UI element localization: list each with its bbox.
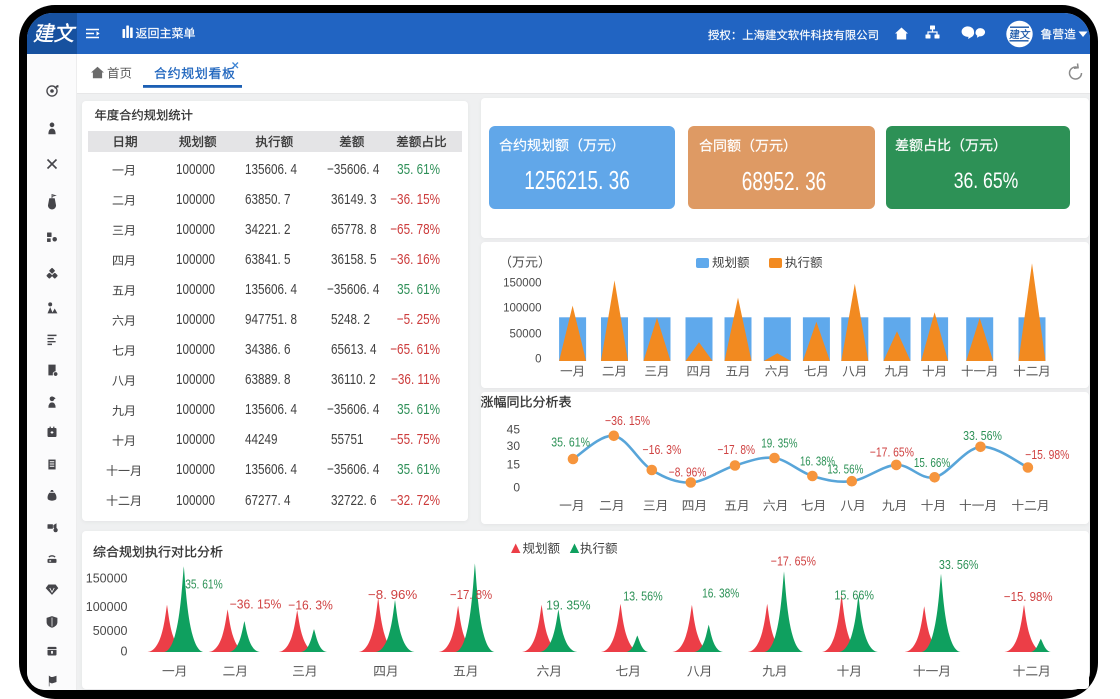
svg-text:13. 56%: 13. 56% bbox=[623, 589, 663, 604]
svg-text:−17. 65%: −17. 65% bbox=[870, 445, 914, 460]
svg-text:50000: 50000 bbox=[93, 624, 128, 638]
svg-text:−17. 8%: −17. 8% bbox=[718, 442, 756, 457]
svg-text:150000: 150000 bbox=[86, 572, 128, 586]
svg-text:19. 35%: 19. 35% bbox=[761, 436, 797, 451]
svg-text:−15. 98%: −15. 98% bbox=[1025, 447, 1069, 462]
svg-text:16. 38%: 16. 38% bbox=[702, 586, 739, 601]
svg-text:−17. 8%: −17. 8% bbox=[450, 587, 492, 602]
svg-text:−15. 98%: −15. 98% bbox=[1004, 589, 1053, 604]
svg-text:−16. 3%: −16. 3% bbox=[643, 442, 682, 457]
svg-text:13. 56%: 13. 56% bbox=[827, 461, 863, 476]
svg-text:−17. 65%: −17. 65% bbox=[771, 554, 816, 569]
svg-text:35. 61%: 35. 61% bbox=[551, 434, 590, 449]
svg-text:150000: 150000 bbox=[503, 277, 541, 289]
svg-text:−16. 3%: −16. 3% bbox=[288, 598, 333, 613]
svg-text:0: 0 bbox=[513, 480, 520, 494]
svg-text:35. 61%: 35. 61% bbox=[185, 577, 223, 592]
svg-text:15: 15 bbox=[507, 457, 521, 471]
svg-text:50000: 50000 bbox=[510, 328, 542, 340]
svg-text:15. 66%: 15. 66% bbox=[914, 455, 950, 470]
svg-text:0: 0 bbox=[121, 644, 128, 658]
svg-text:0: 0 bbox=[535, 353, 541, 365]
svg-text:−36. 15%: −36. 15% bbox=[605, 413, 650, 428]
svg-text:15. 66%: 15. 66% bbox=[834, 587, 874, 602]
svg-text:30: 30 bbox=[507, 439, 521, 453]
svg-text:−8. 96%: −8. 96% bbox=[368, 587, 417, 602]
svg-text:33. 56%: 33. 56% bbox=[963, 428, 1002, 443]
svg-text:19. 35%: 19. 35% bbox=[546, 598, 591, 613]
svg-text:33. 56%: 33. 56% bbox=[939, 557, 979, 572]
svg-text:100000: 100000 bbox=[503, 302, 541, 314]
svg-text:45: 45 bbox=[507, 422, 521, 436]
svg-text:−36. 15%: −36. 15% bbox=[230, 597, 282, 612]
svg-text:100000: 100000 bbox=[86, 600, 128, 614]
svg-text:−8. 96%: −8. 96% bbox=[669, 464, 707, 479]
